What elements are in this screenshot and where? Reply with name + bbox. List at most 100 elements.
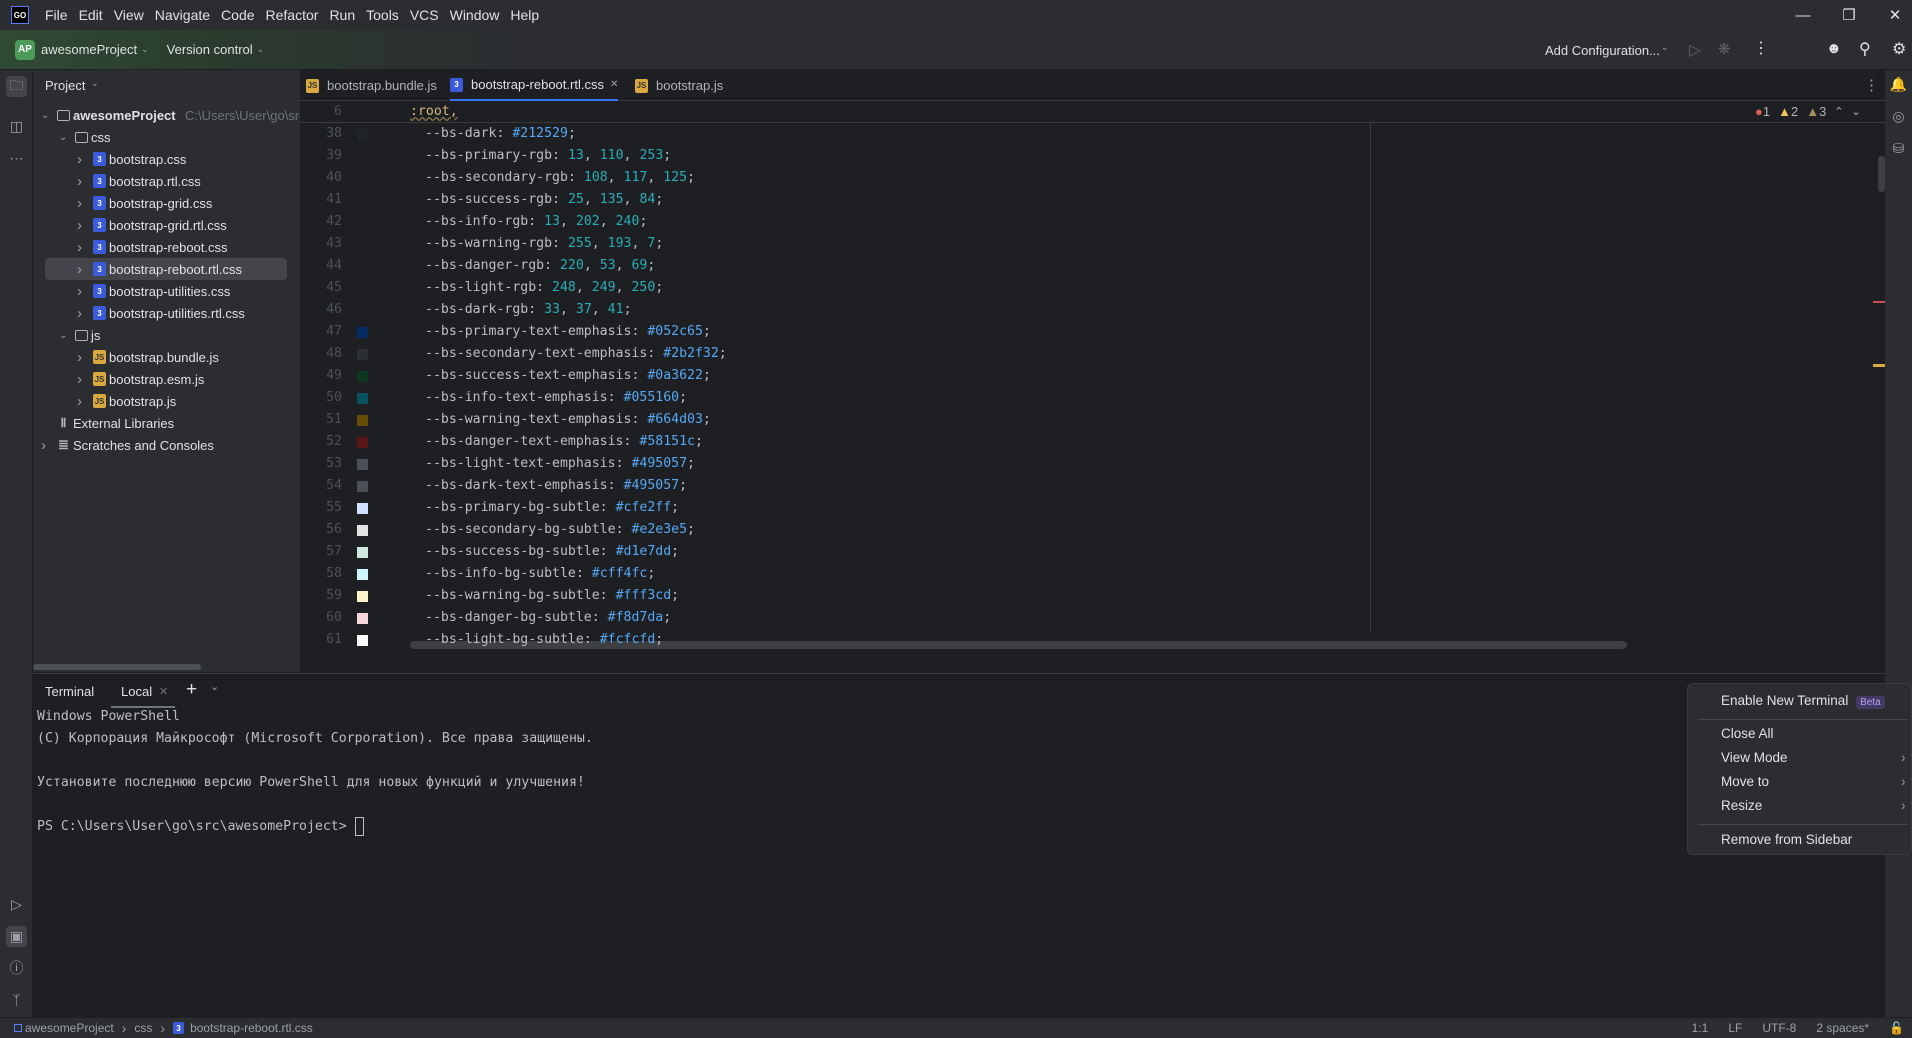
structure-icon[interactable]: ◫: [6, 116, 27, 137]
previous-highlight-icon[interactable]: ⌃: [1834, 105, 1843, 118]
tree-item[interactable]: › JS bootstrap.esm.js: [33, 368, 300, 390]
code-with-me-icon[interactable]: ☻: [1826, 40, 1842, 57]
tree-item[interactable]: › JS bootstrap.bundle.js: [33, 346, 300, 368]
menu-file[interactable]: File: [45, 7, 68, 23]
color-swatch[interactable]: [357, 129, 368, 140]
chevron-right-icon[interactable]: ›: [77, 349, 82, 366]
color-swatch[interactable]: [357, 415, 368, 426]
chevron-right-icon[interactable]: ›: [77, 217, 82, 234]
breadcrumb-item[interactable]: css: [134, 1021, 152, 1035]
menu-navigate[interactable]: Navigate: [155, 7, 210, 23]
color-swatch[interactable]: [357, 393, 368, 404]
tree-item[interactable]: › 3 bootstrap-reboot.rtl.css: [45, 258, 287, 280]
code-line[interactable]: 43 --bs-warning-rgb: 255, 193, 7;: [300, 233, 1885, 255]
menu-vcs[interactable]: VCS: [410, 7, 439, 23]
code-line[interactable]: 50 --bs-info-text-emphasis: #055160;: [300, 387, 1885, 409]
menu-window[interactable]: Window: [450, 7, 500, 23]
debug-icon[interactable]: ❋: [1718, 40, 1731, 58]
code-line[interactable]: 53 --bs-light-text-emphasis: #495057;: [300, 453, 1885, 475]
chevron-right-icon[interactable]: ›: [77, 305, 82, 322]
indent-setting[interactable]: 2 spaces*: [1816, 1021, 1869, 1035]
code-line[interactable]: 58 --bs-info-bg-subtle: #cff4fc;: [300, 563, 1885, 585]
menu-item-move-to[interactable]: Move to ›: [1721, 774, 1911, 789]
more-tools-icon[interactable]: ⋯: [6, 148, 27, 169]
minimize-button[interactable]: —: [1780, 0, 1826, 30]
tree-item[interactable]: Ⅱ External Libraries: [33, 412, 300, 434]
code-line[interactable]: 61 --bs-light-bg-subtle: #fcfcfd;: [300, 629, 1885, 651]
tab-local[interactable]: Local ✕: [111, 674, 175, 708]
notifications-icon[interactable]: 🔔: [1888, 74, 1909, 95]
close-icon[interactable]: ✕: [159, 685, 168, 698]
color-swatch[interactable]: [357, 349, 368, 360]
tree-item[interactable]: ⌄ js: [33, 324, 300, 346]
color-swatch[interactable]: [357, 503, 368, 514]
menu-item-view-mode[interactable]: View Mode ›: [1721, 750, 1911, 765]
tree-item[interactable]: › ≣ Scratches and Consoles: [33, 434, 300, 456]
code-editor[interactable]: 38 --bs-dark: #212529; 39 --bs-primary-rgb:…: [300, 101, 1885, 672]
code-line[interactable]: 59 --bs-warning-bg-subtle: #fff3cd;: [300, 585, 1885, 607]
chevron-right-icon[interactable]: ›: [77, 173, 82, 190]
terminal-icon[interactable]: ▣: [6, 926, 27, 947]
color-swatch[interactable]: [357, 459, 368, 470]
color-swatch[interactable]: [357, 569, 368, 580]
menu-tools[interactable]: Tools: [366, 7, 399, 23]
tree-item[interactable]: › 3 bootstrap-utilities.rtl.css: [33, 302, 300, 324]
inspection-widget[interactable]: ●1 ▲2 ▲3 ⌃ ⌄: [1755, 104, 1861, 119]
ai-assistant-icon[interactable]: ◎: [1888, 106, 1909, 127]
chevron-right-icon[interactable]: ›: [77, 393, 82, 410]
git-icon[interactable]: ᛉ: [6, 989, 27, 1010]
color-swatch[interactable]: [357, 437, 368, 448]
next-highlight-icon[interactable]: ⌄: [1852, 105, 1861, 118]
code-line[interactable]: 38 --bs-dark: #212529;: [300, 123, 1885, 145]
code-line[interactable]: 51 --bs-warning-text-emphasis: #664d03;: [300, 409, 1885, 431]
problems-icon[interactable]: ⓘ: [6, 957, 27, 978]
menu-view[interactable]: View: [114, 7, 144, 23]
menu-run[interactable]: Run: [329, 7, 355, 23]
tab-options-icon[interactable]: ⋮: [1864, 76, 1879, 94]
vcs-widget[interactable]: Version control: [167, 42, 253, 57]
database-icon[interactable]: ⛁: [1888, 138, 1909, 159]
run-icon[interactable]: ▷: [1689, 40, 1701, 60]
tree-item[interactable]: › 3 bootstrap.rtl.css: [33, 170, 300, 192]
menu-item-resize[interactable]: Resize ›: [1721, 798, 1911, 813]
tree-item[interactable]: › 3 bootstrap-grid.rtl.css: [33, 214, 300, 236]
project-tool-icon[interactable]: 🗀: [6, 76, 27, 97]
code-line[interactable]: 39 --bs-primary-rgb: 13, 110, 253;: [300, 145, 1885, 167]
caret-position[interactable]: 1:1: [1692, 1021, 1709, 1035]
tree-item[interactable]: › 3 bootstrap-utilities.css: [33, 280, 300, 302]
restore-button[interactable]: ❐: [1826, 0, 1872, 30]
terminal-prompt[interactable]: PS C:\Users\User\go\src\awesomeProject>: [37, 816, 364, 838]
code-line[interactable]: 47 --bs-primary-text-emphasis: #052c65;: [300, 321, 1885, 343]
tab-bootstrap-js[interactable]: JS bootstrap.js: [635, 70, 723, 101]
chevron-down-icon[interactable]: ⌄: [41, 110, 49, 121]
sticky-lines[interactable]: 6 :root,: [300, 101, 1885, 123]
color-swatch[interactable]: [357, 525, 368, 536]
close-window-button[interactable]: ✕: [1872, 0, 1912, 30]
code-line[interactable]: 56 --bs-secondary-bg-subtle: #e2e3e5;: [300, 519, 1885, 541]
code-line[interactable]: 52 --bs-danger-text-emphasis: #58151c;: [300, 431, 1885, 453]
menu-edit[interactable]: Edit: [79, 7, 103, 23]
tree-item[interactable]: › 3 bootstrap-reboot.css: [33, 236, 300, 258]
chevron-down-icon[interactable]: ⌄: [59, 132, 67, 143]
project-panel-title[interactable]: Project: [45, 78, 85, 93]
code-line[interactable]: 41 --bs-success-rgb: 25, 135, 84;: [300, 189, 1885, 211]
code-line[interactable]: 42 --bs-info-rgb: 13, 202, 240;: [300, 211, 1885, 233]
chevron-right-icon[interactable]: ›: [77, 239, 82, 256]
color-swatch[interactable]: [357, 613, 368, 624]
menu-item-enable-new-terminal[interactable]: Enable New Terminal Beta: [1721, 693, 1885, 709]
run-configuration-select[interactable]: Add Configuration...: [1545, 43, 1660, 58]
close-icon[interactable]: ✕: [610, 79, 618, 90]
code-line[interactable]: 55 --bs-primary-bg-subtle: #cfe2ff;: [300, 497, 1885, 519]
color-swatch[interactable]: [357, 635, 368, 646]
code-line[interactable]: 46 --bs-dark-rgb: 33, 37, 41;: [300, 299, 1885, 321]
project-badge[interactable]: AP: [15, 39, 35, 60]
menu-code[interactable]: Code: [221, 7, 254, 23]
code-line[interactable]: 54 --bs-dark-text-emphasis: #495057;: [300, 475, 1885, 497]
code-line[interactable]: 49 --bs-success-text-emphasis: #0a3622;: [300, 365, 1885, 387]
menu-item-close-all[interactable]: Close All: [1721, 726, 1774, 741]
chevron-right-icon[interactable]: ›: [77, 151, 82, 168]
menu-item-remove-from-sidebar[interactable]: Remove from Sidebar: [1721, 832, 1852, 847]
color-swatch[interactable]: [357, 371, 368, 382]
chevron-right-icon[interactable]: ›: [41, 437, 46, 454]
code-line[interactable]: 44 --bs-danger-rgb: 220, 53, 69;: [300, 255, 1885, 277]
